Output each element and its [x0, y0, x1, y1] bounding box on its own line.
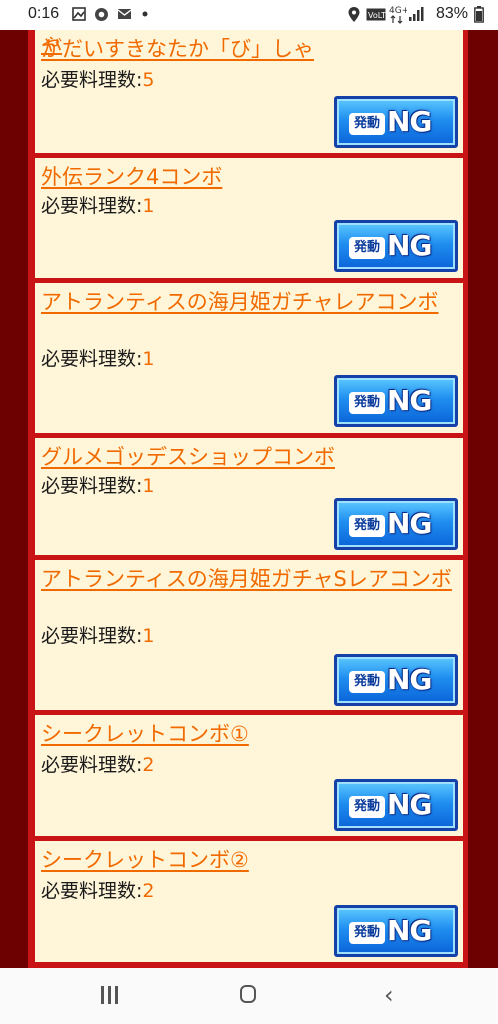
- required-dishes: 必要料理数:1: [41, 347, 155, 371]
- svg-text:4G+: 4G+: [389, 6, 407, 16]
- combo-title[interactable]: アトランティスの海月姫ガチャレアコンボ: [41, 287, 459, 317]
- dot-icon: [142, 11, 148, 17]
- activate-badge: 発動: [349, 392, 385, 414]
- activate-badge: 発動: [349, 796, 385, 818]
- activate-ng-button[interactable]: 発動 NG: [334, 905, 458, 957]
- required-dishes-label: 必要料理数:: [41, 348, 143, 370]
- required-dishes: 必要料理数:2: [41, 753, 155, 777]
- activate-badge: 発動: [349, 922, 385, 944]
- recent-apps-icon[interactable]: [101, 986, 123, 1006]
- required-dishes-value: 1: [142, 475, 155, 497]
- activate-ng-button[interactable]: 発動 NG: [334, 779, 458, 831]
- activate-badge: 発動: [349, 237, 385, 259]
- combo-card: 外伝ランク4コンボ 必要料理数:1 発動 NG: [35, 158, 463, 278]
- combo-card: アトランティスの海月姫ガチャSレアコンボ 必要料理数:1 発動 NG: [35, 560, 463, 710]
- activate-badge: 発動: [349, 515, 385, 537]
- ng-label: NG: [387, 105, 432, 138]
- required-dishes-value: 1: [142, 348, 155, 370]
- required-dishes: 必要料理数:5: [41, 68, 155, 92]
- ng-label: NG: [387, 384, 432, 417]
- combo-title[interactable]: シークレットコンボ①: [41, 719, 459, 749]
- required-dishes-value: 2: [142, 880, 155, 902]
- combo-title[interactable]: アトランティスの海月姫ガチャSレアコンボ: [41, 564, 459, 594]
- required-dishes-label: 必要料理数:: [41, 880, 143, 902]
- combo-card: ディズニー外伝コラボ「びっくり」たかしゃ がだいすきなたか「び」しゃ 必要料理数…: [35, 30, 463, 153]
- combo-card: アトランティスの海月姫ガチャレアコンボ 必要料理数:1 発動 NG: [35, 283, 463, 433]
- battery-icon: [474, 6, 484, 23]
- ng-label: NG: [387, 663, 432, 696]
- location-icon: [348, 7, 360, 22]
- combo-card: グルメゴッデスショップコンボ 必要料理数:1 発動 NG: [35, 438, 463, 555]
- status-bar: 0:16 VoLTE 4G+ 83%: [0, 0, 498, 30]
- image-icon: [72, 7, 86, 21]
- ng-label: NG: [387, 788, 432, 821]
- combo-title[interactable]: グルメゴッデスショップコンボ: [41, 442, 459, 472]
- required-dishes: 必要料理数:2: [41, 879, 155, 903]
- required-dishes-label: 必要料理数:: [41, 475, 143, 497]
- required-dishes-label: 必要料理数:: [41, 754, 143, 776]
- required-dishes-label: 必要料理数:: [41, 195, 143, 217]
- combo-list-container[interactable]: ディズニー外伝コラボ「びっくり」たかしゃ がだいすきなたか「び」しゃ 必要料理数…: [0, 30, 498, 968]
- activate-badge: 発動: [349, 671, 385, 693]
- ng-label: NG: [387, 507, 432, 540]
- activate-ng-button[interactable]: 発動 NG: [334, 220, 458, 272]
- combo-title[interactable]: 外伝ランク4コンボ: [41, 162, 459, 192]
- required-dishes-value: 5: [142, 69, 155, 91]
- ng-label: NG: [387, 914, 432, 947]
- back-icon[interactable]: ‹: [384, 983, 394, 1007]
- home-icon[interactable]: [240, 985, 256, 1003]
- 4g-icon: 4G+: [389, 6, 407, 24]
- required-dishes: 必要料理数:1: [41, 194, 155, 218]
- required-dishes-value: 1: [142, 625, 155, 647]
- combo-title[interactable]: がだいすきなたか「び」しゃ: [41, 34, 459, 64]
- battery-percent: 83%: [435, 5, 468, 22]
- required-dishes-label: 必要料理数:: [41, 69, 143, 91]
- activate-ng-button[interactable]: 発動 NG: [334, 498, 458, 550]
- mail-icon: [117, 9, 132, 19]
- signal-icon: [409, 7, 424, 21]
- required-dishes-value: 1: [142, 195, 155, 217]
- ng-label: NG: [387, 229, 432, 262]
- combo-title[interactable]: シークレットコンボ②: [41, 845, 459, 875]
- required-dishes-label: 必要料理数:: [41, 625, 143, 647]
- combo-card: シークレットコンボ① 必要料理数:2 発動 NG: [35, 715, 463, 836]
- system-nav-bar: ‹: [0, 968, 498, 1024]
- volte-icon: VoLTE: [366, 8, 386, 21]
- clock: 0:16: [28, 5, 60, 22]
- required-dishes: 必要料理数:1: [41, 624, 155, 648]
- activate-ng-button[interactable]: 発動 NG: [334, 96, 458, 148]
- required-dishes-value: 2: [142, 754, 155, 776]
- chrome-icon: [95, 8, 108, 21]
- activate-ng-button[interactable]: 発動 NG: [334, 375, 458, 427]
- activate-badge: 発動: [349, 113, 385, 135]
- required-dishes: 必要料理数:1: [41, 474, 155, 498]
- svg-text:VoLTE: VoLTE: [368, 11, 386, 20]
- activate-ng-button[interactable]: 発動 NG: [334, 654, 458, 706]
- combo-card: シークレットコンボ② 必要料理数:2 発動 NG: [35, 841, 463, 962]
